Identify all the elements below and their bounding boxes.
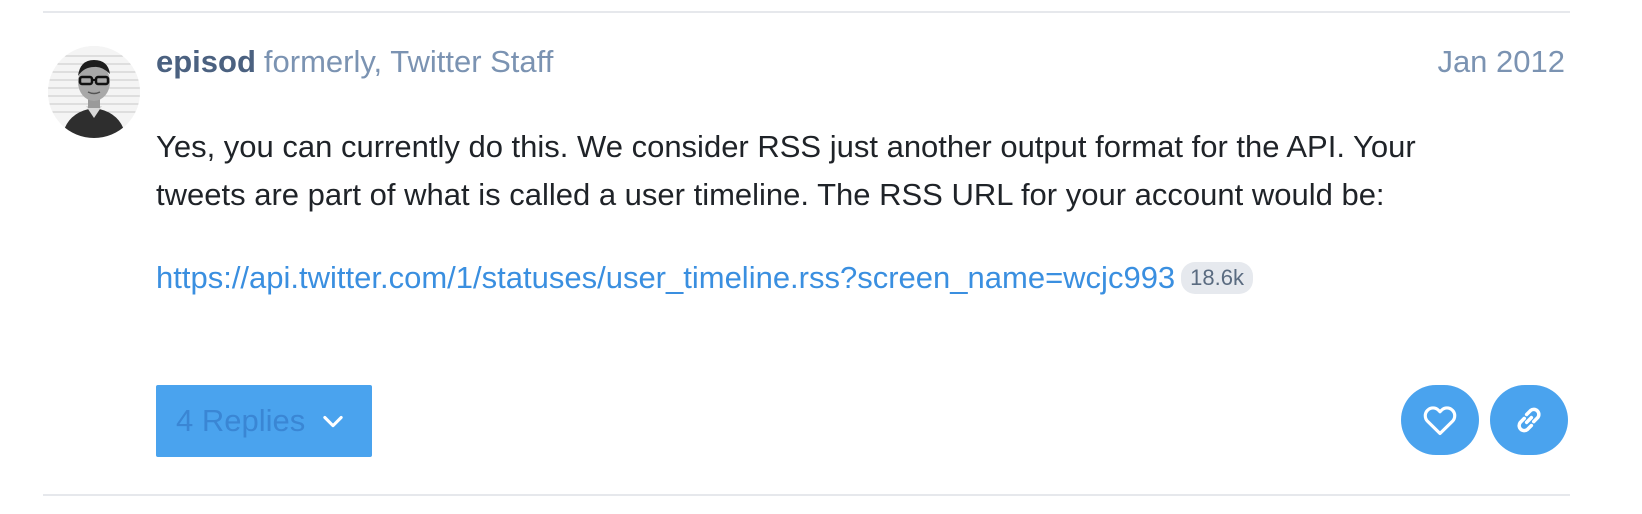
chevron-down-icon [323,415,343,428]
avatar[interactable] [48,46,140,138]
show-replies-button[interactable]: 4 Replies [156,385,372,457]
avatar-image [48,46,140,138]
share-link-button[interactable] [1490,385,1568,455]
rss-url-link[interactable]: https://api.twitter.com/1/statuses/user_… [156,258,1175,298]
link-click-count-badge: 18.6k [1181,262,1253,294]
username-link[interactable]: episod [156,44,256,79]
like-button[interactable] [1401,385,1479,455]
link-icon [1517,407,1541,433]
post-link-line: https://api.twitter.com/1/statuses/user_… [156,258,1253,298]
post-text: Yes, you can currently do this. We consi… [156,129,1416,212]
post-divider-bottom [43,494,1570,496]
heart-icon [1423,406,1457,436]
post-date[interactable]: Jan 2012 [1437,42,1565,82]
post-divider-top [43,11,1570,13]
replies-label: 4 Replies [176,403,306,438]
post-author: episod formerly, Twitter Staff [156,42,553,82]
post-body: Yes, you can currently do this. We consi… [156,123,1486,219]
user-title: formerly, Twitter Staff [263,44,554,79]
